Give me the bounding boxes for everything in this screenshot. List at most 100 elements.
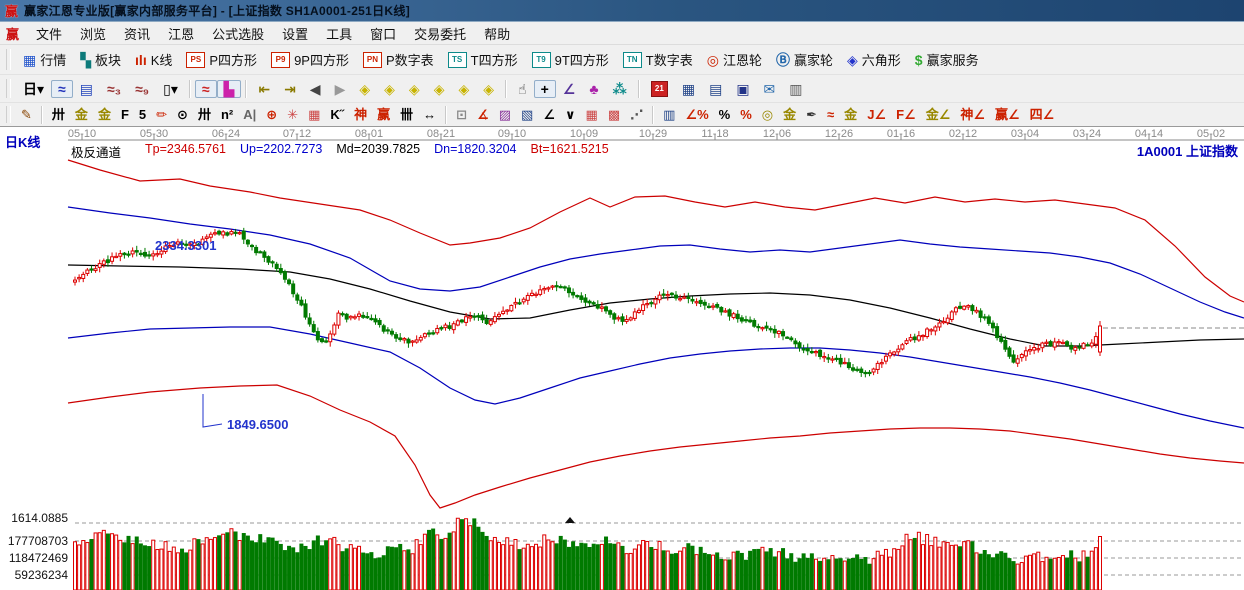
profile-chart-button[interactable]: ▙ [217, 80, 242, 98]
percent-black-button[interactable]: % [714, 106, 736, 124]
sectors-button[interactable]: ▚板块 [73, 48, 128, 71]
save-button[interactable]: ▣ [729, 80, 756, 98]
wave-tool-button[interactable]: ∨ [560, 106, 581, 124]
menu-item-帮助[interactable]: 帮助 [475, 22, 519, 45]
t-digit-table-button[interactable]: TNT数字表 [616, 48, 700, 71]
go-last-button[interactable]: ⇥ [277, 80, 303, 98]
menu-item-江恩[interactable]: 江恩 [159, 22, 203, 45]
fan-box-blue-button[interactable]: ▧ [516, 106, 538, 124]
scale-tool-button[interactable]: 卅 [193, 106, 216, 124]
draw-pen-button[interactable]: ✎ [16, 106, 37, 124]
gold-angle-button[interactable]: 金∠ [921, 106, 956, 124]
menu-item-公式选股[interactable]: 公式选股 [203, 22, 273, 45]
step-forward-button[interactable]: ▶ [328, 80, 353, 98]
gold-levels-button[interactable]: 金 [778, 106, 801, 124]
f-angle-button[interactable]: F∠ [891, 106, 921, 124]
grid-scale-button[interactable]: 卅 [47, 106, 70, 124]
shen-tool-button[interactable]: 神 [349, 106, 372, 124]
angle-lines-button[interactable]: ∠ [538, 106, 560, 124]
web-grid-button[interactable]: ▦ [303, 106, 325, 124]
hexagon-button[interactable]: ◈六角形 [840, 48, 908, 71]
menu-item-文件[interactable]: 文件 [27, 22, 71, 45]
fan-lines-button[interactable]: ∡ [472, 106, 494, 124]
percent-red-button[interactable]: % [735, 106, 757, 124]
parallel-lines-button[interactable]: ⋰ [625, 106, 648, 124]
crosshair-button[interactable]: + [534, 80, 556, 98]
calendar-button[interactable]: 21 [644, 79, 675, 99]
fan-box-purple-button[interactable]: ▨ [494, 106, 516, 124]
pan-hand-button[interactable]: ☝ [511, 80, 534, 98]
five-grid-button[interactable]: 5 [134, 106, 151, 124]
chart-canvas[interactable]: 2334.33011849.6500 [0, 127, 1244, 590]
target-circle-button[interactable]: ⊕ [261, 106, 282, 124]
mini-chart-3-button[interactable]: ≈₃ [100, 80, 128, 98]
zoom-down-button[interactable]: ◈ [427, 80, 452, 98]
grid-scale-icon: 卅 [52, 108, 65, 122]
step-back-button[interactable]: ◀ [303, 80, 328, 98]
print-button[interactable]: ▥ [782, 80, 809, 98]
go-first-button[interactable]: ⇤ [251, 80, 277, 98]
ink-tool-button[interactable]: ✒ [801, 106, 822, 124]
n-square-button[interactable]: n² [216, 106, 238, 124]
kline-button[interactable]: ılıK线 [128, 48, 179, 71]
winner-service-button[interactable]: $赢家服务 [908, 48, 986, 71]
percent-angle-button[interactable]: ∠% [680, 106, 713, 124]
box-tool-button[interactable]: ⊡ [451, 106, 472, 124]
9p-square-button[interactable]: P99P四方形 [264, 48, 356, 71]
count-grid-button[interactable]: 卌 [395, 106, 418, 124]
winner-wheel-button[interactable]: Ⓑ赢家轮 [769, 48, 840, 71]
text-tool-button[interactable]: A| [238, 106, 261, 124]
pattern-red-button[interactable]: ≈ [195, 80, 217, 98]
shen-angle-button[interactable]: 神∠ [955, 106, 990, 124]
gold-circle-button[interactable]: ◎ [757, 106, 778, 124]
gold-line-button[interactable]: 金 [839, 106, 862, 124]
grid-red-button[interactable]: ▦ [581, 106, 603, 124]
indicator-name[interactable]: 极反通道 [71, 142, 121, 161]
win-tool-button[interactable]: 赢 [372, 106, 395, 124]
p-square-button[interactable]: PSP四方形 [179, 48, 264, 71]
zoom-right-button[interactable]: ◈ [377, 80, 402, 98]
period-selector-button[interactable]: 日▾ [16, 80, 51, 98]
zoom-fit-button[interactable]: ◈ [476, 80, 501, 98]
menu-item-设置[interactable]: 设置 [273, 22, 317, 45]
zoom-up-button[interactable]: ◈ [402, 80, 427, 98]
menu-item-工具[interactable]: 工具 [317, 22, 361, 45]
p-digit-table-button[interactable]: PNP数字表 [356, 48, 441, 71]
k-measure-button[interactable]: K˝ [325, 106, 349, 124]
candle-style-button[interactable]: ▯▾ [156, 80, 185, 98]
pattern-blue-button[interactable]: ≈ [51, 80, 73, 98]
gann-wheel-button[interactable]: ◎江恩轮 [700, 48, 769, 71]
four-angle-button[interactable]: 四∠ [1025, 106, 1060, 124]
fib-grid-button[interactable]: F [116, 106, 134, 124]
span-measure-button[interactable]: ↔ [418, 106, 441, 124]
quotes-button[interactable]: ▦行情 [16, 48, 73, 71]
win-angle-button[interactable]: 赢∠ [990, 106, 1025, 124]
menu-item-资讯[interactable]: 资讯 [115, 22, 159, 45]
send-web-button[interactable]: ✉ [757, 80, 783, 98]
info-panel-button[interactable]: ▤ [73, 80, 100, 98]
menu-item-浏览[interactable]: 浏览 [71, 22, 115, 45]
spiral-tool-button[interactable]: ⁂ [606, 80, 634, 98]
zoom-all-button[interactable]: ◈ [451, 80, 476, 98]
gann-flower-button[interactable]: ♣ [582, 80, 605, 98]
f-angle-icon: F∠ [896, 108, 916, 122]
gold-grid-2-button[interactable]: 金 [93, 106, 116, 124]
ruler-e-button[interactable]: ▥ [658, 106, 680, 124]
grid-box-red-button[interactable]: ▩ [603, 106, 625, 124]
brush-tool-button[interactable]: ✏ [151, 106, 172, 124]
zoom-left-button[interactable]: ◈ [352, 80, 377, 98]
t-square-button[interactable]: TST四方形 [441, 48, 525, 71]
calculator-button[interactable]: ▦ [675, 80, 702, 98]
cycle-tool-button[interactable]: ⊙ [172, 106, 193, 124]
web-tool-button[interactable]: ✳ [282, 106, 303, 124]
menu-item-交易委托[interactable]: 交易委托 [405, 22, 475, 45]
gold-grid-1-button[interactable]: 金 [70, 106, 93, 124]
mini-chart-9-button[interactable]: ≈₉ [128, 80, 156, 98]
9t-square-button[interactable]: T99T四方形 [525, 48, 616, 71]
angle-tool-button[interactable]: ∠ [556, 80, 583, 98]
volume-scale-label: 59236234 [2, 568, 68, 582]
j-angle-button[interactable]: J∠ [862, 106, 891, 124]
notes-button[interactable]: ▤ [702, 80, 729, 98]
wave-a-button[interactable]: ≈ [822, 106, 839, 124]
menu-item-窗口[interactable]: 窗口 [361, 22, 405, 45]
